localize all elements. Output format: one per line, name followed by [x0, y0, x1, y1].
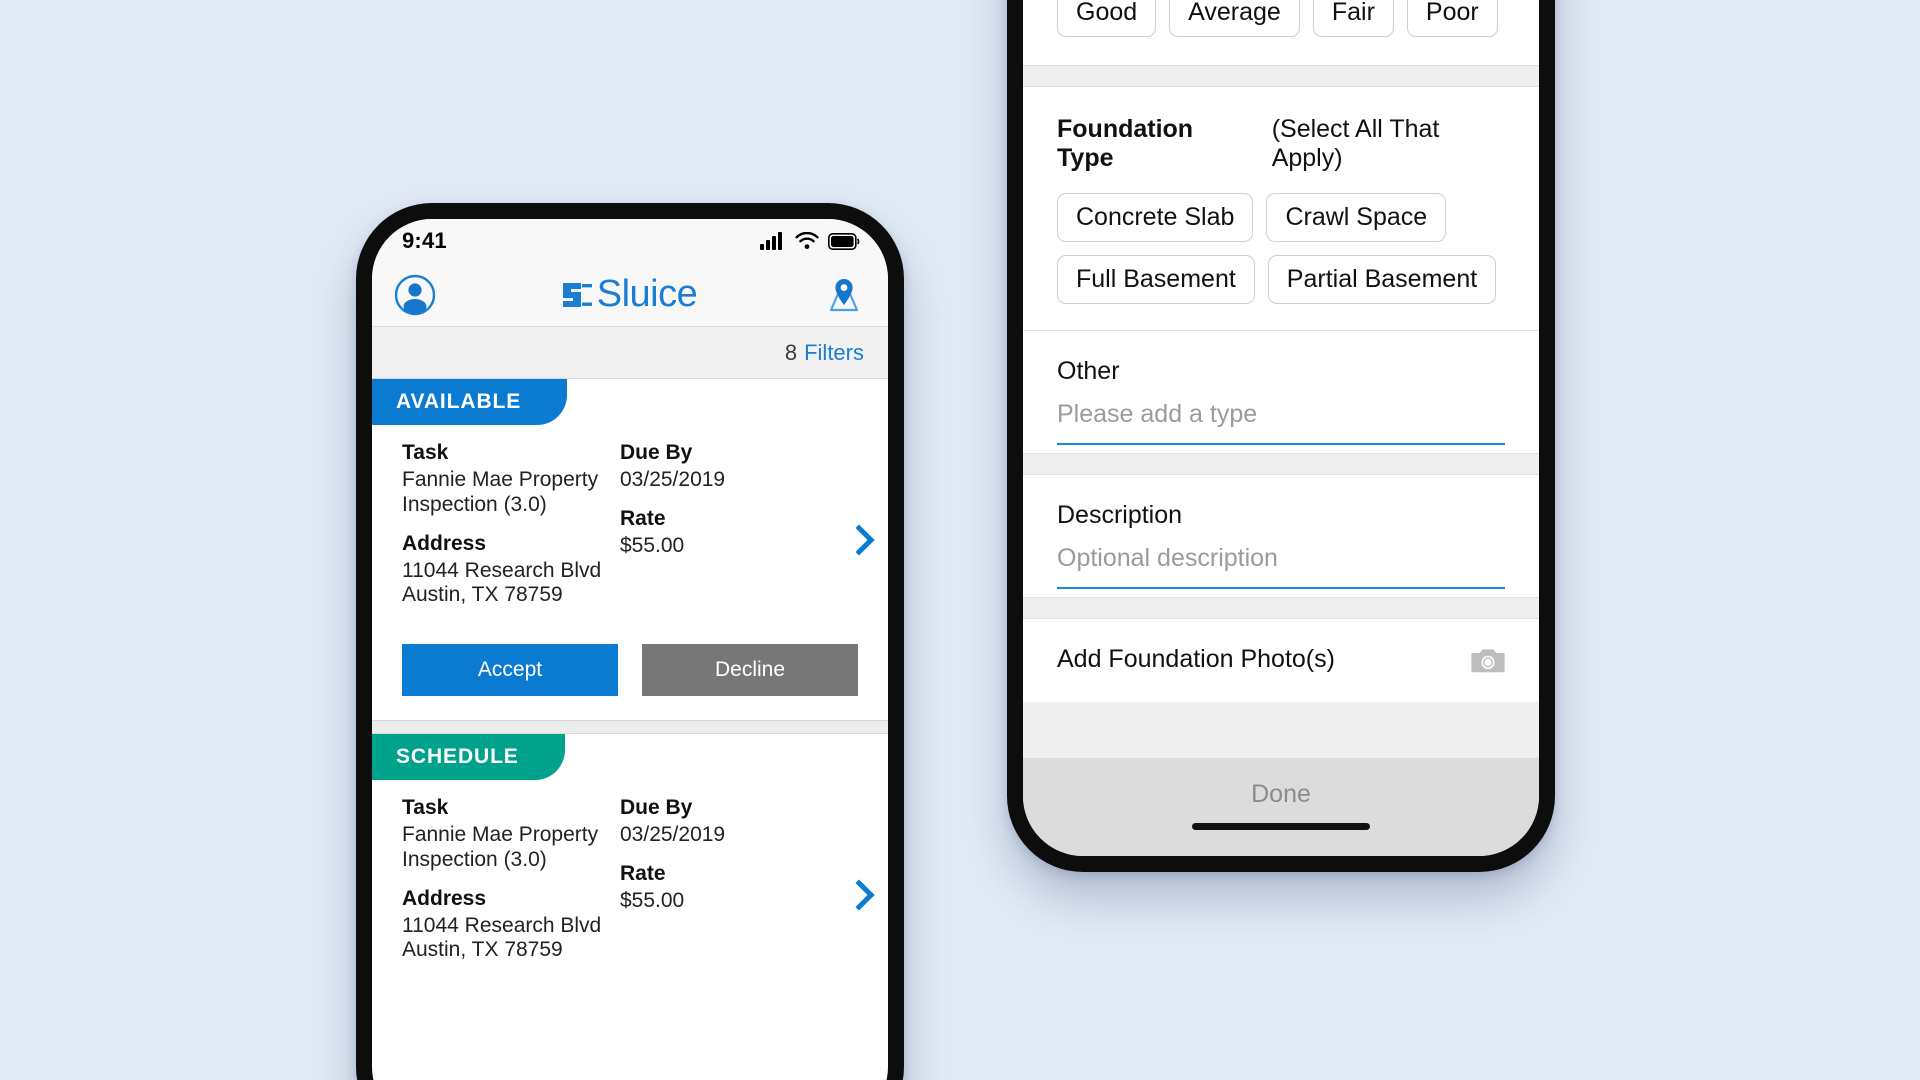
description-section: Description Optional description	[1023, 475, 1539, 597]
done-button[interactable]: Done	[1023, 758, 1539, 856]
description-label: Description	[1057, 501, 1183, 529]
brand-text: Sluice	[596, 273, 698, 315]
task-card-left-column: Task Fannie Mae Property Inspection (3.0…	[402, 796, 620, 977]
section-divider	[1023, 453, 1539, 475]
status-bar: 9:41	[372, 219, 888, 263]
due-value: 03/25/2019	[620, 823, 726, 847]
due-label: Due By	[620, 796, 693, 820]
task-value: Fannie Mae Property Inspection (3.0)	[402, 823, 599, 871]
task-field: Task Fannie Mae Property Inspection (3.0…	[402, 796, 620, 873]
foundation-type-section: Foundation Type (Select All That Apply) …	[1023, 87, 1539, 330]
due-field: Due By 03/25/2019	[620, 796, 858, 848]
section-divider	[1023, 597, 1539, 619]
task-card-right-column: Due By 03/25/2019 Rate $55.00	[620, 441, 858, 622]
wifi-icon	[795, 232, 819, 249]
rate-label: Rate	[620, 506, 666, 530]
foundation-chip-row: Concrete Slab Crawl Space	[1057, 193, 1505, 242]
task-card-actions: Accept Decline	[372, 622, 888, 720]
other-input[interactable]: Please add a type	[1057, 400, 1505, 445]
chip-concrete-slab[interactable]: Concrete Slab	[1057, 193, 1254, 242]
sluice-logo-mark	[562, 282, 592, 307]
other-field-block: Other Please add a type	[1057, 331, 1505, 453]
task-field: Task Fannie Mae Property Inspection (3.0…	[402, 441, 620, 518]
filters-link[interactable]: Filters	[804, 340, 864, 366]
decline-button[interactable]: Decline	[642, 644, 858, 697]
other-section: Other Please add a type	[1023, 330, 1539, 453]
foundation-type-header: Foundation Type (Select All That Apply)	[1057, 87, 1505, 193]
phone-right-screen: Good Average Fair Poor Foundation Type (…	[1023, 0, 1539, 856]
card-separator	[372, 720, 888, 735]
address-value: 11044 Research Blvd Austin, TX 78759	[402, 913, 602, 962]
rate-value: $55.00	[620, 533, 685, 557]
address-field: Address 11044 Research Blvd Austin, TX 7…	[402, 887, 620, 964]
address-field: Address 11044 Research Blvd Austin, TX 7…	[402, 532, 620, 609]
filter-bar[interactable]: 8 Filters	[372, 327, 888, 379]
account-circle-icon[interactable]	[394, 274, 436, 316]
status-badge-available: AVAILABLE	[372, 379, 568, 425]
filter-count: 8	[784, 339, 798, 365]
status-icons	[760, 232, 860, 250]
due-value: 03/25/2019	[620, 468, 726, 491]
phone-right: Good Average Fair Poor Foundation Type (…	[1007, 0, 1555, 872]
task-card-right-column: Due By 03/25/2019 Rate $55.00	[620, 796, 858, 977]
phone-left: 9:41 Sluice 8 Filters AVAILABLE Task Fan…	[356, 203, 904, 1080]
rate-label: Rate	[620, 861, 666, 885]
add-photo-label: Add Foundation Photo(s)	[1057, 645, 1335, 673]
foundation-chip-row-2: Full Basement Partial Basement	[1057, 255, 1505, 304]
due-field: Due By 03/25/2019	[620, 441, 858, 493]
chip-full-basement[interactable]: Full Basement	[1057, 255, 1255, 304]
brand: Sluice	[561, 273, 698, 316]
foundation-type-title: Foundation Type	[1057, 115, 1194, 172]
inspection-form: Good Average Fair Poor Foundation Type (…	[1023, 0, 1539, 856]
status-time: 9:41	[402, 228, 447, 253]
condition-section: Good Average Fair Poor	[1023, 0, 1539, 65]
phone-left-screen: 9:41 Sluice 8 Filters AVAILABLE Task Fan…	[372, 219, 888, 1080]
foundation-type-hint: (Select All That Apply)	[1271, 115, 1440, 172]
chip-fair[interactable]: Fair	[1312, 0, 1394, 37]
add-photo-row[interactable]: Add Foundation Photo(s)	[1057, 619, 1505, 702]
description-field-block: Description Optional description	[1057, 475, 1505, 597]
task-card-schedule[interactable]: SCHEDULE Task Fannie Mae Property Inspec…	[372, 734, 888, 978]
cellular-signal-icon	[760, 232, 782, 250]
rate-value: $55.00	[620, 888, 685, 912]
other-label: Other	[1057, 357, 1120, 385]
home-indicator	[1192, 823, 1370, 830]
photos-section[interactable]: Add Foundation Photo(s)	[1023, 619, 1539, 702]
address-label: Address	[402, 531, 487, 555]
task-card-available[interactable]: AVAILABLE Task Fannie Mae Property Inspe…	[372, 379, 888, 721]
battery-icon	[828, 232, 860, 250]
bottom-spacer	[1023, 702, 1539, 758]
address-value: 11044 Research Blvd Austin, TX 78759	[402, 558, 602, 607]
task-card-body: Task Fannie Mae Property Inspection (3.0…	[372, 780, 888, 977]
chip-good[interactable]: Good	[1057, 0, 1157, 37]
chip-crawl-space[interactable]: Crawl Space	[1266, 193, 1447, 242]
due-label: Due By	[620, 441, 693, 464]
description-input[interactable]: Optional description	[1057, 544, 1505, 589]
address-label: Address	[402, 886, 487, 910]
task-label: Task	[402, 441, 449, 464]
rate-field: Rate $55.00	[620, 862, 858, 914]
screenshot-canvas: 9:41 Sluice 8 Filters AVAILABLE Task Fan…	[0, 0, 1920, 1080]
accept-button[interactable]: Accept	[402, 644, 618, 697]
task-card-body: Task Fannie Mae Property Inspection (3.0…	[372, 425, 888, 622]
task-value: Fannie Mae Property Inspection (3.0)	[402, 468, 599, 516]
camera-icon[interactable]	[1471, 646, 1505, 674]
status-badge-schedule: SCHEDULE	[372, 734, 565, 781]
map-pin-icon[interactable]	[822, 276, 866, 314]
task-card-left-column: Task Fannie Mae Property Inspection (3.0…	[402, 441, 620, 622]
task-label: Task	[402, 796, 449, 820]
chip-average[interactable]: Average	[1169, 0, 1300, 37]
nav-bar: Sluice	[372, 263, 888, 327]
chip-partial-basement[interactable]: Partial Basement	[1267, 255, 1497, 304]
section-divider	[1023, 65, 1539, 87]
condition-chip-row: Good Average Fair Poor	[1057, 0, 1505, 37]
rate-field: Rate $55.00	[620, 507, 858, 559]
chip-poor[interactable]: Poor	[1406, 0, 1498, 37]
